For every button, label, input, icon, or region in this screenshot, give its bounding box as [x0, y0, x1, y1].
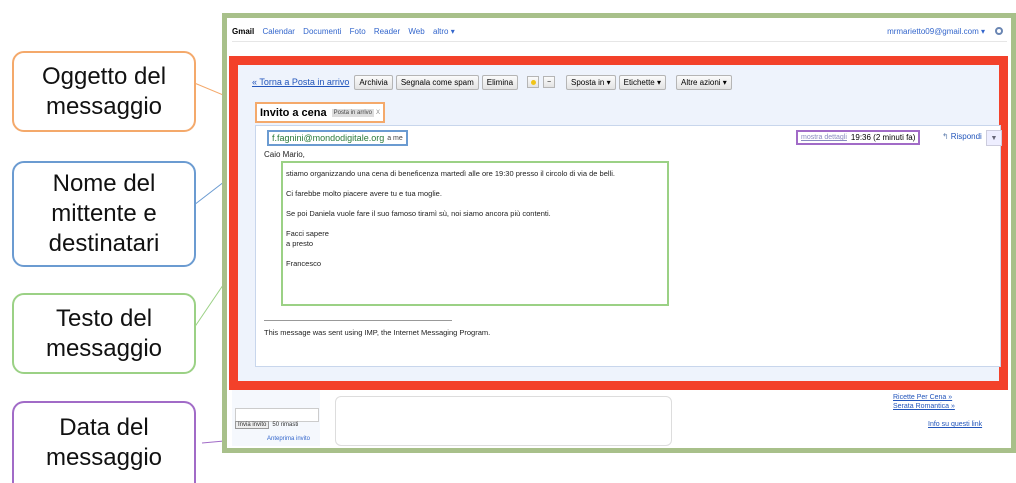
reply-box[interactable]	[335, 396, 672, 446]
sponsored-links: Ricette Per Cena » Serata Romantica »	[893, 393, 955, 411]
ads-info-link[interactable]: Info su questi link	[928, 421, 982, 428]
labels-button[interactable]: Etichette ▾	[618, 74, 666, 90]
callout-sender: Nome del mittente e destinatari	[12, 161, 196, 267]
callout-subject-line1: Oggetto del	[41, 62, 167, 90]
nav-calendar[interactable]: Calendar	[262, 27, 294, 36]
body-closing-2: a presto	[286, 239, 314, 248]
gmail-top-bar: Gmail Calendar Documenti Foto Reader Web…	[232, 21, 1007, 42]
account-menu[interactable]: mrmarietto09@gmail.com ▾	[887, 27, 985, 36]
star-toggle-button[interactable]	[527, 76, 540, 88]
star-icon	[530, 79, 536, 85]
nav-foto[interactable]: Foto	[350, 27, 366, 36]
move-to-button[interactable]: Sposta in ▾	[566, 74, 616, 90]
back-to-inbox-link[interactable]: « Torna a Posta in arrivo	[252, 77, 349, 87]
show-details-link[interactable]: mostra dettagli	[801, 134, 847, 141]
sender-highlight: f.fagnini@mondodigitale.org a me	[267, 130, 408, 146]
invites-left: 50 rimasti	[272, 422, 299, 428]
callout-subject-line2: messaggio	[45, 92, 163, 120]
body-closing-1: Facci sapere	[286, 229, 329, 238]
message-greeting: Caio Mario,	[264, 150, 305, 159]
reply-button[interactable]: ↰ Rispondi	[942, 132, 982, 141]
delete-button[interactable]: Elimina	[481, 74, 519, 90]
invite-input[interactable]	[235, 408, 319, 422]
callout-sender-line3: destinatari	[48, 230, 160, 257]
nav-gmail[interactable]: Gmail	[232, 27, 254, 36]
chevron-down-icon: ▼	[990, 134, 998, 142]
sender-email[interactable]: f.fagnini@mondodigitale.org	[272, 133, 384, 143]
invite-preview-link[interactable]: Anteprima invito	[267, 436, 310, 442]
archive-button[interactable]: Archivia	[354, 74, 393, 90]
report-spam-button[interactable]: Segnala come spam	[395, 74, 479, 90]
reply-label: Rispondi	[950, 132, 982, 141]
label-chip-inbox[interactable]: Posta in arrivo	[331, 108, 374, 117]
remove-label-icon[interactable]: X	[376, 110, 380, 116]
nav-documenti[interactable]: Documenti	[303, 27, 341, 36]
recipient: a me	[387, 134, 403, 142]
callout-body-line1: Testo del	[55, 304, 153, 332]
invite-button[interactable]: Invia invito	[235, 421, 270, 429]
message-panel: f.fagnini@mondodigitale.org a me mostra …	[255, 125, 1002, 367]
body-paragraph-3: Se poi Daniela vuole fare il suo famoso …	[286, 209, 551, 218]
more-actions-button[interactable]: Altre azioni ▾	[675, 74, 732, 90]
callout-body: Testo del messaggio	[12, 293, 196, 374]
nav-web[interactable]: Web	[408, 27, 424, 36]
callout-date-line1: Data del	[59, 414, 149, 441]
callout-sender-line1: Nome del	[52, 170, 156, 197]
nav-altro[interactable]: altro ▾	[433, 27, 455, 36]
gmail-nav: Gmail Calendar Documenti Foto Reader Web…	[232, 27, 461, 36]
message-body-highlight: stiamo organizzando una cena di benefice…	[281, 161, 669, 306]
signature-divider	[264, 320, 452, 321]
minus-icon: −	[546, 78, 552, 86]
date-highlight: mostra dettagli 19:36 (2 minuti fa)	[796, 130, 921, 145]
message-toolbar: « Torna a Posta in arrivo Archivia Segna…	[252, 73, 989, 91]
callout-sender-line2: mittente e	[51, 200, 157, 227]
callout-body-line2: messaggio	[45, 334, 163, 362]
invite-row: Invia invito 50 rimasti	[235, 421, 298, 429]
message-signature: This message was sent using IMP, the Int…	[264, 328, 491, 337]
ad-link-serata[interactable]: Serata Romantica »	[893, 402, 955, 411]
body-paragraph-2: Ci farebbe molto piacere avere tu e tua …	[286, 189, 442, 198]
ad-link-ricette[interactable]: Ricette Per Cena »	[893, 393, 955, 402]
callout-subject: Oggetto del messaggio	[12, 51, 196, 132]
body-paragraph-1: stiamo organizzando una cena di benefice…	[286, 169, 615, 178]
highlight-frame: « Torna a Posta in arrivo Archivia Segna…	[229, 56, 1008, 390]
subject-highlight: Invito a cena Posta in arrivo X	[255, 102, 386, 123]
nav-reader[interactable]: Reader	[374, 27, 400, 36]
message-subject: Invito a cena	[260, 106, 327, 119]
reply-arrow-icon: ↰	[942, 132, 949, 141]
gear-icon[interactable]	[995, 27, 1003, 35]
body-signoff: Francesco	[286, 259, 322, 268]
mark-read-button[interactable]: −	[543, 76, 556, 88]
reply-dropdown-button[interactable]: ▼	[986, 130, 1002, 146]
callout-date: Data del messaggio	[12, 401, 196, 483]
callout-date-line2: messaggio	[45, 444, 163, 471]
message-date: 19:36 (2 minuti fa)	[850, 133, 916, 142]
